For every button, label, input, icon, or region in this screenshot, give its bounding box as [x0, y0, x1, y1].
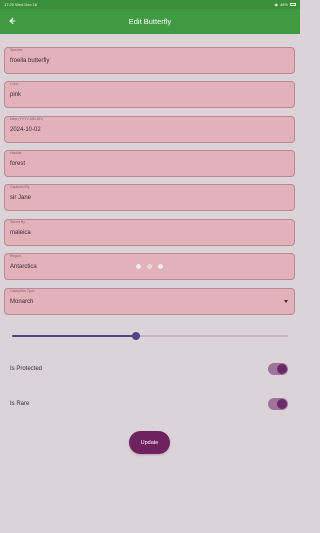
saved-by-field[interactable]: Saved By maleica: [4, 219, 295, 246]
date-label: Date (YYYY-MM-DD): [9, 117, 44, 121]
loading-dot: [158, 264, 163, 269]
wifi-icon: ◉: [274, 2, 278, 7]
page-title: Edit Butterfly: [128, 17, 172, 26]
date-field[interactable]: Date (YYYY-MM-DD) 2024-10-02: [4, 116, 295, 143]
species-label: Species: [9, 48, 24, 52]
habitat-value: forest: [10, 161, 26, 167]
color-field[interactable]: Color pink: [4, 81, 295, 108]
update-button[interactable]: Update: [129, 431, 170, 454]
date-value: 2024-10-02: [10, 127, 41, 133]
region-value: Antarctica: [10, 264, 37, 270]
status-bar: 17:20 Wed Dec 18 ◉ 48%: [0, 0, 300, 9]
status-date: Wed Dec 18: [15, 2, 38, 7]
back-arrow-icon[interactable]: [5, 14, 19, 28]
status-time: 17:20: [4, 2, 15, 7]
saved-by-value: maleica: [10, 230, 31, 236]
switch-knob: [277, 364, 287, 374]
is-rare-switch[interactable]: [268, 398, 288, 410]
is-protected-label: Is Protected: [10, 366, 43, 372]
species-field[interactable]: Species froella butterfly: [4, 47, 295, 74]
caterpillar-type-dropdown[interactable]: Caterpillar Type Monarch: [4, 288, 295, 315]
loading-indicator: [136, 264, 163, 269]
battery-icon: [290, 3, 296, 6]
switch-knob: [277, 399, 287, 409]
battery-level: 48%: [279, 2, 288, 7]
slider[interactable]: [12, 332, 288, 340]
species-value: froella butterfly: [10, 58, 50, 64]
caterpillar-type-label: Caterpillar Type: [9, 289, 36, 293]
loading-dot: [136, 264, 141, 269]
dropdown-arrow-icon: [284, 300, 288, 303]
habitat-field[interactable]: Habitat forest: [4, 150, 295, 177]
is-protected-row: Is Protected: [10, 360, 288, 378]
captured-by-value: sir Jane: [10, 195, 32, 201]
color-value: pink: [10, 92, 22, 98]
is-rare-row: Is Rare: [10, 395, 288, 413]
captured-by-field[interactable]: Captured By sir Jane: [4, 184, 295, 211]
saved-by-label: Saved By: [9, 220, 26, 224]
app-bar: Edit Butterfly: [0, 9, 300, 34]
loading-dot: [147, 264, 152, 269]
caterpillar-type-value: Monarch: [10, 299, 34, 305]
habitat-label: Habitat: [9, 151, 23, 155]
region-label: Region: [9, 254, 23, 258]
slider-fill: [12, 335, 137, 337]
is-protected-switch[interactable]: [268, 363, 288, 375]
slider-thumb[interactable]: [132, 332, 141, 340]
color-label: Color: [9, 82, 20, 86]
is-rare-label: Is Rare: [10, 401, 30, 407]
captured-by-label: Captured By: [9, 185, 31, 189]
